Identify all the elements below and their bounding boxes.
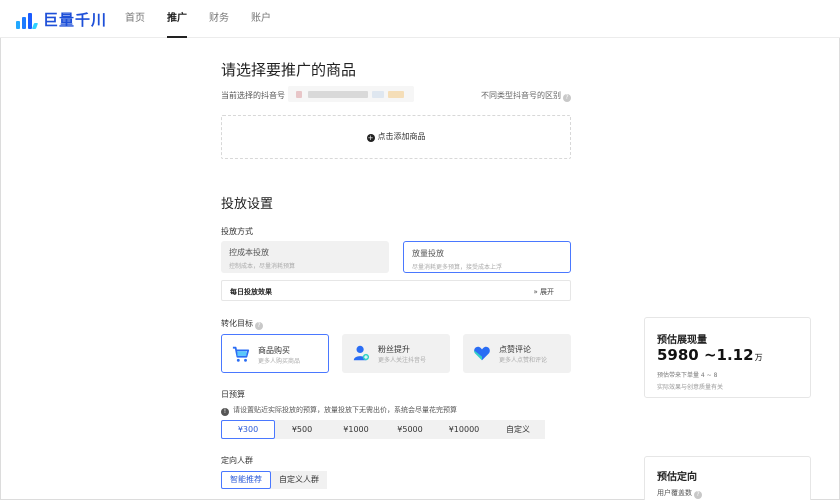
budget-option-300[interactable]: ¥300 [221, 420, 275, 439]
crowd-label: 定向人群 [221, 456, 253, 465]
estimate-title: 预估展现量 [657, 335, 707, 346]
nav-promote[interactable]: 推广 [167, 0, 187, 38]
logo-text: 巨量千川 [43, 11, 108, 29]
double-chevron-down-icon: » [533, 288, 538, 296]
account-selector[interactable] [288, 86, 414, 102]
nav-home[interactable]: 首页 [125, 0, 145, 38]
goal-label: 转化目标? [221, 318, 263, 330]
add-product-label: 点击添加商品 [377, 132, 426, 141]
estimate-note: 实际效果与创意质量有关 [657, 384, 724, 391]
top-header: 巨量千川 首页 推广 财务 账户 [0, 0, 840, 38]
heart-icon [474, 346, 490, 361]
avatar-blur [296, 91, 302, 98]
budget-option-1000[interactable]: ¥1000 [329, 420, 383, 439]
main-nav: 首页 推广 财务 账户 [125, 0, 293, 38]
mode-cost-title: 控成本投放 [229, 248, 269, 257]
mode-cost-card[interactable]: 控成本投放 控制成本，尽量消耗预算 [221, 241, 389, 273]
mode-label: 投放方式 [221, 227, 253, 236]
settings-title: 投放设置 [221, 197, 274, 212]
estimate-value-number: 5980 ~1.12 [657, 346, 754, 364]
budget-option-500[interactable]: ¥500 [275, 420, 329, 439]
goal-fans-card[interactable]: 粉丝提升 更多人关注抖音号 [342, 334, 450, 373]
diff-link-text: 不同类型抖音号的区别 [481, 91, 561, 100]
account-row: 当前选择的抖音号 不同类型抖音号的区别? [221, 86, 571, 102]
help-icon: ? [563, 94, 571, 102]
daily-effect-label: 每日投放效果 [230, 288, 272, 296]
mode-cost-desc: 控制成本，尽量消耗预算 [229, 263, 296, 270]
goal-fans-desc: 更多人关注抖音号 [378, 357, 427, 364]
cart-icon [232, 346, 250, 362]
help-icon: ? [694, 491, 702, 499]
crowd-custom-button[interactable]: 自定义人群 [271, 471, 327, 489]
expand-label: 展开 [540, 288, 554, 296]
tag-blur [372, 91, 384, 98]
expand-button[interactable]: » 展开 [533, 287, 554, 297]
add-product-button[interactable]: + 点击添加商品 [221, 115, 571, 159]
goal-purchase-card[interactable]: 商品购买 更多人购买商品 [221, 334, 329, 373]
estimate-panel: 预估展现量 5980 ~1.12万 预估带来下单量 4 ~ 8 实际效果与创意质… [644, 317, 811, 398]
estimate-value: 5980 ~1.12万 [657, 346, 763, 364]
targeting-panel: 预估定向 用户覆盖数? [644, 456, 811, 500]
budget-label: 日预算 [221, 390, 245, 399]
mode-volume-card[interactable]: 放量投放 尽量消耗更多预算，接受成本上浮 [403, 241, 571, 273]
plus-circle-icon: + [366, 134, 375, 142]
budget-option-10000[interactable]: ¥10000 [437, 420, 491, 439]
estimate-unit: 万 [754, 353, 763, 362]
goal-like-card[interactable]: 点赞评论 更多人点赞和评论 [463, 334, 571, 373]
goal-label-text: 转化目标 [221, 319, 253, 328]
account-type-diff-link[interactable]: 不同类型抖音号的区别? [481, 90, 571, 102]
crowd-options: 智能推荐 自定义人群 [221, 471, 327, 489]
budget-notice: ! 请设置贴近实际投放的预算，放量投放下无需出价，系统会尽量花完预算 [221, 405, 457, 416]
info-icon: ! [221, 408, 229, 416]
targeting-title: 预估定向 [657, 472, 697, 483]
help-icon: ? [255, 322, 263, 330]
goal-fans-title: 粉丝提升 [378, 345, 410, 354]
goal-like-title: 点赞评论 [499, 345, 531, 354]
mode-volume-desc: 尽量消耗更多预算，接受成本上浮 [412, 264, 503, 271]
name-blur [308, 91, 368, 98]
mode-volume-title: 放量投放 [412, 249, 444, 258]
budget-options: ¥300 ¥500 ¥1000 ¥5000 ¥10000 自定义 [221, 420, 545, 439]
nav-account[interactable]: 账户 [251, 0, 271, 38]
budget-option-custom[interactable]: 自定义 [491, 420, 545, 439]
nav-finance[interactable]: 财务 [209, 0, 229, 38]
goal-purchase-title: 商品购买 [258, 346, 290, 355]
crowd-smart-button[interactable]: 智能推荐 [221, 471, 271, 489]
logo[interactable]: 巨量千川 [16, 9, 107, 30]
goal-like-desc: 更多人点赞和评论 [499, 357, 548, 364]
budget-option-5000[interactable]: ¥5000 [383, 420, 437, 439]
targeting-coverage: 用户覆盖数? [657, 488, 702, 499]
budget-notice-text: 请设置贴近实际投放的预算，放量投放下无需出价，系统会尽量花完预算 [233, 406, 457, 414]
badge-blur [388, 91, 404, 98]
goal-purchase-desc: 更多人购买商品 [258, 358, 301, 365]
daily-effect-row: 每日投放效果 » 展开 [221, 280, 571, 301]
user-plus-icon [353, 345, 370, 361]
account-label: 当前选择的抖音号 [221, 91, 285, 100]
logo-bars-icon [16, 10, 39, 30]
estimate-orders: 预估带来下单量 4 ~ 8 [657, 372, 718, 379]
product-section-title: 请选择要推广的商品 [221, 61, 357, 79]
targeting-coverage-text: 用户覆盖数 [657, 489, 692, 497]
